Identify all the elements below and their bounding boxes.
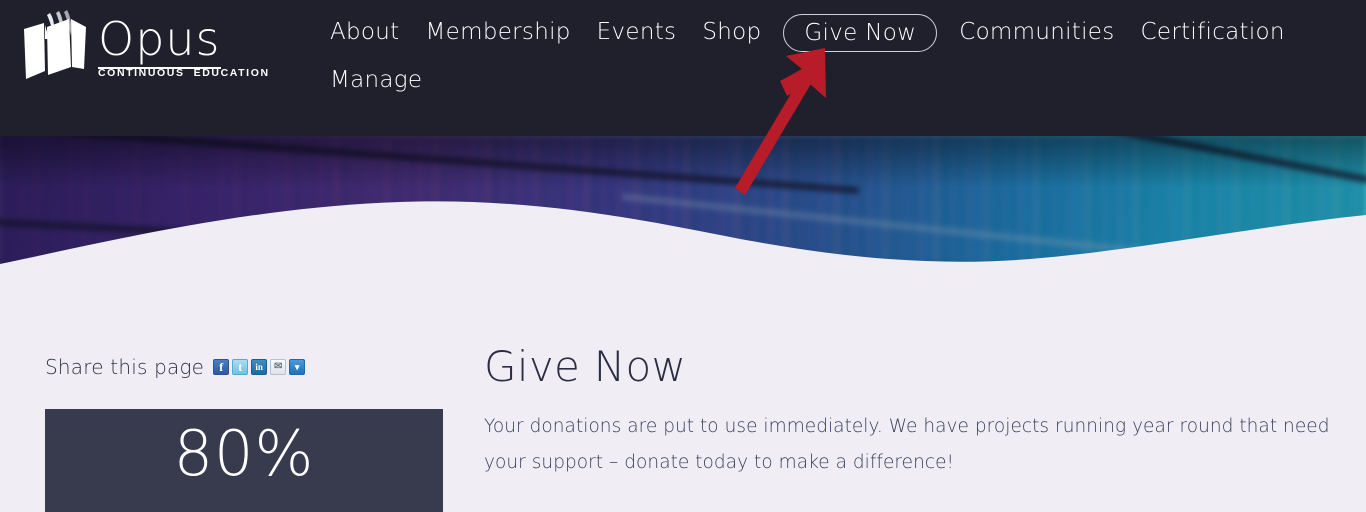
facebook-glyph: f bbox=[219, 360, 224, 374]
content-sidebar: Share this page f t in ✉ ▾ 80% bbox=[45, 355, 445, 512]
facebook-share-icon[interactable]: f bbox=[213, 359, 230, 375]
brand-wordmark: Opus CONTINUOUS EDUCATION bbox=[98, 12, 270, 81]
linkedin-glyph: in bbox=[255, 361, 263, 372]
page-title: Give Now bbox=[484, 342, 687, 391]
brand-logo[interactable]: Opus CONTINUOUS EDUCATION bbox=[14, 6, 268, 98]
twitter-share-icon[interactable]: t bbox=[232, 359, 249, 375]
share-this-page: Share this page f t in ✉ ▾ bbox=[45, 355, 445, 379]
nav-item-membership[interactable]: Membership bbox=[426, 14, 571, 50]
main-content: Share this page f t in ✉ ▾ 80% Give Now … bbox=[0, 321, 1366, 512]
stat-highlight-box: 80% bbox=[45, 409, 443, 512]
email-share-icon[interactable]: ✉ bbox=[270, 359, 287, 375]
share-label: Share this page bbox=[45, 355, 205, 379]
nav-item-shop[interactable]: Shop bbox=[702, 14, 761, 50]
page-root: Opus CONTINUOUS EDUCATION About Membersh… bbox=[0, 0, 1366, 512]
nav-item-manage[interactable]: Manage bbox=[330, 62, 422, 98]
brand-tagline: CONTINUOUS EDUCATION bbox=[98, 67, 270, 79]
chevron-down-icon: ▾ bbox=[294, 361, 300, 372]
open-book-icon bbox=[24, 10, 86, 79]
page-intro-text: Your donations are put to use immediatel… bbox=[484, 416, 1330, 473]
nav-item-events[interactable]: Events bbox=[597, 14, 677, 50]
nav-item-certification[interactable]: Certification bbox=[1141, 14, 1285, 50]
more-share-icon[interactable]: ▾ bbox=[289, 359, 306, 375]
nav-item-communities[interactable]: Communities bbox=[959, 14, 1114, 50]
envelope-glyph: ✉ bbox=[273, 361, 283, 372]
hero-wave-divider bbox=[0, 201, 1366, 321]
article: Give Now Your donations are put to use i… bbox=[484, 339, 1344, 481]
nav-item-about[interactable]: About bbox=[330, 14, 400, 50]
nav-item-give-now[interactable]: Give Now bbox=[783, 14, 938, 52]
share-icon-group: f t in ✉ ▾ bbox=[213, 359, 306, 375]
site-header: Opus CONTINUOUS EDUCATION About Membersh… bbox=[0, 0, 1366, 136]
linkedin-share-icon[interactable]: in bbox=[251, 359, 268, 375]
brand-name: Opus bbox=[98, 12, 221, 69]
main-navigation: About Membership Events Shop Give Now Co… bbox=[330, 0, 1360, 107]
twitter-glyph: t bbox=[238, 360, 243, 374]
hero-banner bbox=[0, 136, 1366, 321]
stat-value: 80% bbox=[173, 417, 315, 490]
